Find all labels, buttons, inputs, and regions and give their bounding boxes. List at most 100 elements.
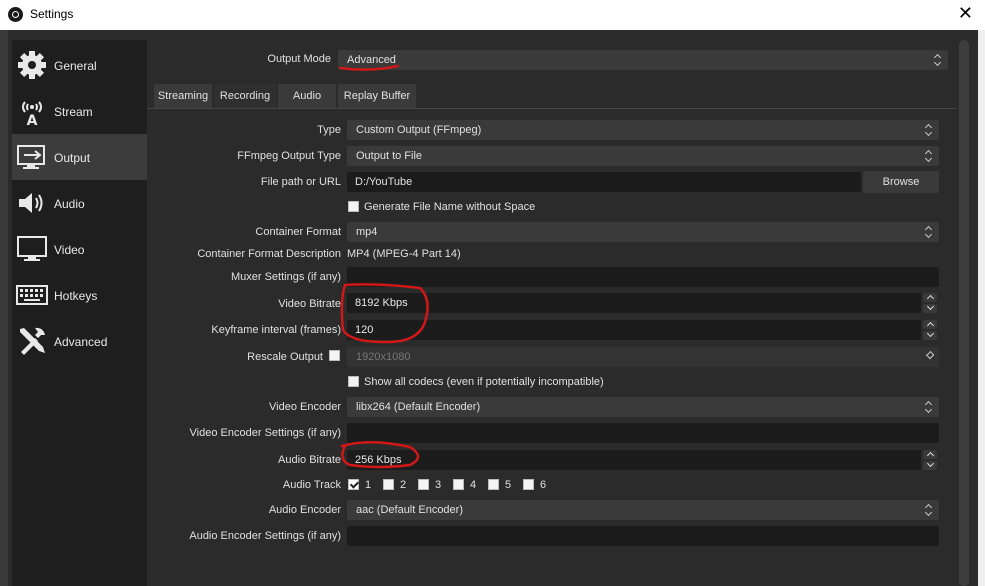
video-encoder-label: Video Encoder bbox=[269, 401, 341, 413]
keyboard-icon bbox=[16, 280, 48, 310]
type-label: Type bbox=[317, 124, 341, 136]
window-right-border bbox=[978, 30, 985, 586]
show-all-codecs-label: Show all codecs (even if potentially inc… bbox=[364, 376, 604, 388]
audio-bitrate-spinbox[interactable]: 256 Kbps bbox=[347, 450, 939, 470]
audio-bitrate-value: 256 Kbps bbox=[355, 454, 402, 466]
audio-track-4-label: 4 bbox=[470, 479, 477, 491]
sidebar-item-label: Stream bbox=[54, 105, 93, 119]
video-encoder-settings-input[interactable] bbox=[347, 423, 939, 443]
increment-icon[interactable] bbox=[923, 293, 937, 302]
audio-track-2-label: 2 bbox=[400, 479, 407, 491]
ffmpeg-output-type-value: Output to File bbox=[356, 150, 423, 162]
output-mode-label: Output Mode bbox=[267, 53, 331, 65]
audio-track-3-checkbox[interactable] bbox=[418, 479, 429, 490]
sidebar-item-general[interactable]: General bbox=[12, 42, 147, 88]
decrement-icon[interactable] bbox=[923, 304, 937, 313]
sidebar-item-audio[interactable]: Audio bbox=[12, 180, 147, 226]
spin-buttons bbox=[921, 293, 939, 313]
generate-filename-label: Generate File Name without Space bbox=[364, 201, 536, 213]
sidebar-item-output[interactable]: Output bbox=[12, 134, 147, 180]
increment-icon[interactable] bbox=[923, 450, 937, 459]
container-format-select[interactable]: mp4 bbox=[347, 222, 939, 242]
audio-encoder-settings-input[interactable] bbox=[347, 526, 939, 546]
speaker-icon bbox=[16, 188, 48, 218]
generate-filename-checkbox[interactable] bbox=[348, 201, 359, 212]
rescale-output-select: 1920x1080 bbox=[347, 347, 939, 367]
gear-icon bbox=[16, 50, 48, 80]
rescale-output-checkbox[interactable] bbox=[329, 350, 340, 361]
sidebar-item-video[interactable]: Video bbox=[12, 226, 147, 272]
select-arrows-icon bbox=[919, 120, 939, 140]
muxer-settings-input[interactable] bbox=[347, 267, 939, 287]
container-desc-label: Container Format Description bbox=[197, 248, 341, 260]
tab-divider bbox=[147, 108, 957, 109]
audio-track-label: Audio Track bbox=[282, 479, 341, 491]
antenna-icon: A bbox=[16, 96, 48, 126]
audio-bitrate-label: Audio Bitrate bbox=[278, 454, 341, 466]
output-mode-value: Advanced bbox=[347, 54, 396, 66]
video-bitrate-label: Video Bitrate bbox=[278, 298, 341, 310]
sidebar-item-label: General bbox=[54, 59, 97, 73]
video-encoder-value: libx264 (Default Encoder) bbox=[356, 401, 481, 413]
video-encoder-select[interactable]: libx264 (Default Encoder) bbox=[347, 397, 939, 417]
obs-logo-icon bbox=[8, 7, 23, 22]
close-icon[interactable]: ✕ bbox=[958, 3, 973, 24]
vertical-scrollbar[interactable] bbox=[958, 40, 970, 586]
monitor-output-icon bbox=[16, 142, 48, 172]
sidebar-item-hotkeys[interactable]: Hotkeys bbox=[12, 272, 147, 318]
scrollbar-thumb[interactable] bbox=[959, 40, 969, 586]
audio-track-6-checkbox[interactable] bbox=[523, 479, 534, 490]
decrement-icon[interactable] bbox=[923, 461, 937, 470]
tab-audio[interactable]: Audio bbox=[278, 84, 336, 108]
audio-track-5-checkbox[interactable] bbox=[488, 479, 499, 490]
video-encoder-settings-label: Video Encoder Settings (if any) bbox=[189, 427, 341, 439]
select-arrows-icon bbox=[919, 397, 939, 417]
rescale-output-value: 1920x1080 bbox=[356, 351, 411, 363]
sidebar-item-advanced[interactable]: Advanced bbox=[12, 318, 147, 364]
title-bar: Settings ✕ bbox=[0, 0, 985, 30]
sidebar-item-label: Advanced bbox=[54, 335, 108, 349]
tab-streaming[interactable]: Streaming bbox=[154, 84, 212, 108]
rescale-output-label: Rescale Output bbox=[247, 351, 323, 363]
type-select[interactable]: Custom Output (FFmpeg) bbox=[347, 120, 939, 140]
audio-track-3-label: 3 bbox=[435, 479, 442, 491]
keyframe-interval-label: Keyframe interval (frames) bbox=[211, 324, 341, 336]
browse-button[interactable]: Browse bbox=[863, 171, 939, 193]
audio-track-4-checkbox[interactable] bbox=[453, 479, 464, 490]
spin-buttons bbox=[921, 450, 939, 470]
audio-track-6-label: 6 bbox=[540, 479, 547, 491]
window-left-border bbox=[0, 30, 8, 586]
decrement-icon[interactable] bbox=[923, 331, 937, 340]
ffmpeg-output-type-select[interactable]: Output to File bbox=[347, 146, 939, 166]
keyframe-interval-spinbox[interactable]: 120 bbox=[347, 320, 939, 340]
keyframe-interval-value: 120 bbox=[355, 324, 374, 336]
output-mode-select[interactable]: Advanced bbox=[338, 50, 948, 70]
svg-text:A: A bbox=[27, 113, 38, 126]
select-arrows-icon bbox=[919, 500, 939, 520]
audio-track-1-checkbox[interactable] bbox=[348, 479, 359, 490]
select-arrows-icon bbox=[919, 146, 939, 166]
tab-recording[interactable]: Recording bbox=[214, 84, 276, 108]
type-value: Custom Output (FFmpeg) bbox=[356, 124, 482, 136]
tab-replay-buffer[interactable]: Replay Buffer bbox=[338, 84, 416, 108]
muxer-settings-label: Muxer Settings (if any) bbox=[230, 271, 341, 283]
file-path-label: File path or URL bbox=[260, 176, 341, 188]
sidebar-item-stream[interactable]: A Stream bbox=[12, 88, 147, 134]
audio-encoder-select[interactable]: aac (Default Encoder) bbox=[347, 500, 939, 520]
show-all-codecs-checkbox[interactable] bbox=[348, 376, 359, 387]
select-arrows-icon bbox=[928, 50, 948, 70]
container-format-value: mp4 bbox=[356, 226, 378, 238]
audio-encoder-label: Audio Encoder bbox=[268, 504, 341, 516]
sidebar-item-label: Video bbox=[54, 243, 85, 257]
video-bitrate-spinbox[interactable]: 8192 Kbps bbox=[347, 293, 939, 313]
audio-encoder-settings-label: Audio Encoder Settings (if any) bbox=[189, 530, 341, 542]
sidebar-item-label: Hotkeys bbox=[54, 289, 98, 303]
sidebar-item-label: Output bbox=[54, 151, 91, 165]
audio-track-5-label: 5 bbox=[505, 479, 512, 491]
audio-encoder-value: aac (Default Encoder) bbox=[356, 504, 463, 516]
audio-track-2-checkbox[interactable] bbox=[383, 479, 394, 490]
increment-icon[interactable] bbox=[923, 320, 937, 329]
ffmpeg-output-type-label: FFmpeg Output Type bbox=[237, 150, 341, 162]
file-path-input[interactable]: D:/YouTube bbox=[347, 172, 861, 192]
audio-track-1-label: 1 bbox=[365, 479, 372, 491]
